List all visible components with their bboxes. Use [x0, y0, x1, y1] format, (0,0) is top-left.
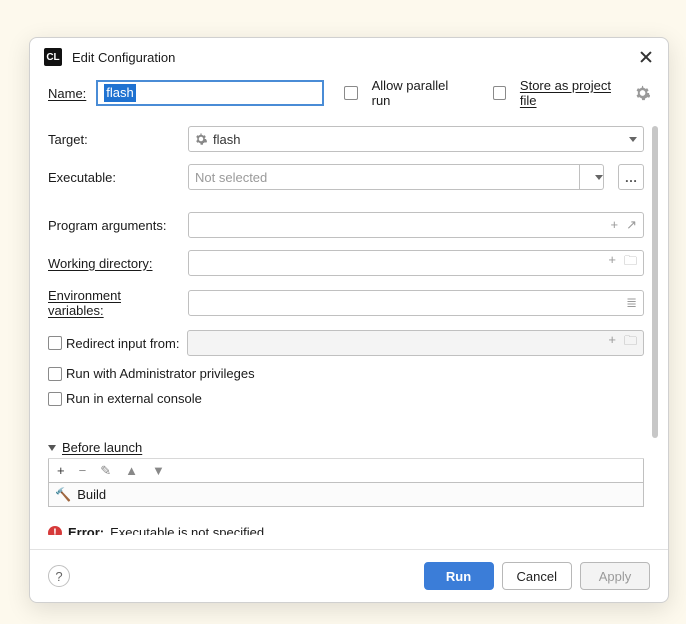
allow-parallel-checkbox[interactable] [344, 86, 357, 100]
program-args-row: Program arguments: + ↗ [48, 212, 644, 238]
hammer-icon: 🔨 [55, 487, 71, 503]
chevron-down-icon [595, 175, 603, 180]
redirect-input-checkbox[interactable] [48, 336, 62, 350]
name-field-wrap: flash [96, 80, 324, 106]
edit-configuration-dialog: CL Edit Configuration Name: flash Allow … [29, 37, 669, 603]
gear-icon [195, 133, 207, 145]
add-task-button[interactable]: + [57, 463, 65, 478]
target-value: flash [213, 132, 240, 147]
executable-dropdown-button[interactable] [580, 164, 604, 190]
admin-label: Run with Administrator privileges [66, 366, 255, 381]
move-up-button: ▲ [125, 463, 138, 478]
external-console-checkbox[interactable] [48, 392, 62, 406]
error-row: ! Error: Executable is not specified [48, 525, 644, 535]
before-launch-item[interactable]: 🔨 Build [48, 483, 644, 507]
form-scroll-area: Target: flash Executable: Not selected [48, 126, 650, 535]
top-row: Name: flash Allow parallel run Store as … [48, 78, 650, 108]
program-args-input[interactable]: + ↗ [188, 212, 644, 238]
plus-icon: + [608, 332, 616, 354]
target-label: Target: [48, 132, 180, 147]
before-launch-item-label: Build [77, 487, 106, 502]
program-args-label: Program arguments: [48, 218, 180, 233]
run-button[interactable]: Run [424, 562, 494, 590]
allow-parallel-label: Allow parallel run [372, 78, 465, 108]
executable-label: Executable: [48, 170, 180, 185]
admin-checkbox[interactable] [48, 367, 62, 381]
name-label: Name: [48, 86, 86, 101]
working-dir-row: Working directory: + 🗀 [48, 250, 644, 276]
executable-placeholder: Not selected [195, 170, 267, 185]
external-console-row: Run in external console [48, 391, 644, 406]
error-message: Executable is not specified [110, 525, 264, 535]
working-dir-input[interactable]: + 🗀 [188, 250, 644, 276]
title-bar: CL Edit Configuration [30, 38, 668, 74]
before-launch-title: Before launch [62, 440, 142, 455]
target-row: Target: flash [48, 126, 644, 152]
target-select[interactable]: flash [188, 126, 644, 152]
store-project-checkbox[interactable] [493, 86, 506, 100]
env-vars-row: Environment variables: ≣ [48, 288, 644, 318]
redirect-input-label: Redirect input from: [66, 336, 179, 351]
executable-row: Executable: Not selected … [48, 164, 644, 190]
external-console-label: Run in external console [66, 391, 202, 406]
list-icon[interactable]: ≣ [626, 295, 637, 311]
error-label: Error: [68, 525, 104, 535]
folder-icon: 🗀 [624, 332, 637, 354]
before-launch-header[interactable]: Before launch [48, 440, 644, 459]
dialog-body: Name: flash Allow parallel run Store as … [30, 74, 668, 535]
env-vars-label: Environment variables: [48, 288, 180, 318]
dialog-footer: ? Run Cancel Apply [30, 549, 668, 602]
close-icon[interactable] [638, 49, 654, 65]
cancel-button[interactable]: Cancel [502, 562, 572, 590]
help-button[interactable]: ? [48, 565, 70, 587]
folder-icon[interactable]: 🗀 [624, 252, 637, 274]
before-launch-toolbar: + − ✎ ▲ ▼ [48, 459, 644, 483]
store-project-label: Store as project file [520, 78, 625, 108]
error-icon: ! [48, 526, 62, 536]
apply-button: Apply [580, 562, 650, 590]
expand-icon[interactable]: ↗ [626, 217, 637, 233]
move-down-button: ▼ [152, 463, 165, 478]
edit-task-button: ✎ [100, 463, 111, 479]
working-dir-label: Working directory: [48, 256, 180, 271]
redirect-input-field: + 🗀 [187, 330, 644, 356]
chevron-down-icon [48, 445, 56, 451]
chevron-down-icon [629, 137, 637, 142]
admin-row: Run with Administrator privileges [48, 366, 644, 381]
dialog-title: Edit Configuration [72, 50, 628, 65]
gear-icon[interactable] [635, 85, 650, 101]
app-icon: CL [44, 48, 62, 66]
name-input[interactable] [96, 80, 324, 106]
executable-combo: Not selected [188, 164, 604, 190]
browse-executable-button[interactable]: … [618, 164, 644, 190]
executable-select[interactable]: Not selected [188, 164, 580, 190]
remove-task-button: − [79, 463, 87, 478]
env-vars-input[interactable]: ≣ [188, 290, 644, 316]
plus-icon[interactable]: + [611, 217, 619, 233]
plus-icon[interactable]: + [608, 252, 616, 274]
scrollbar[interactable] [652, 126, 658, 438]
redirect-input-row: Redirect input from: + 🗀 [48, 330, 644, 356]
